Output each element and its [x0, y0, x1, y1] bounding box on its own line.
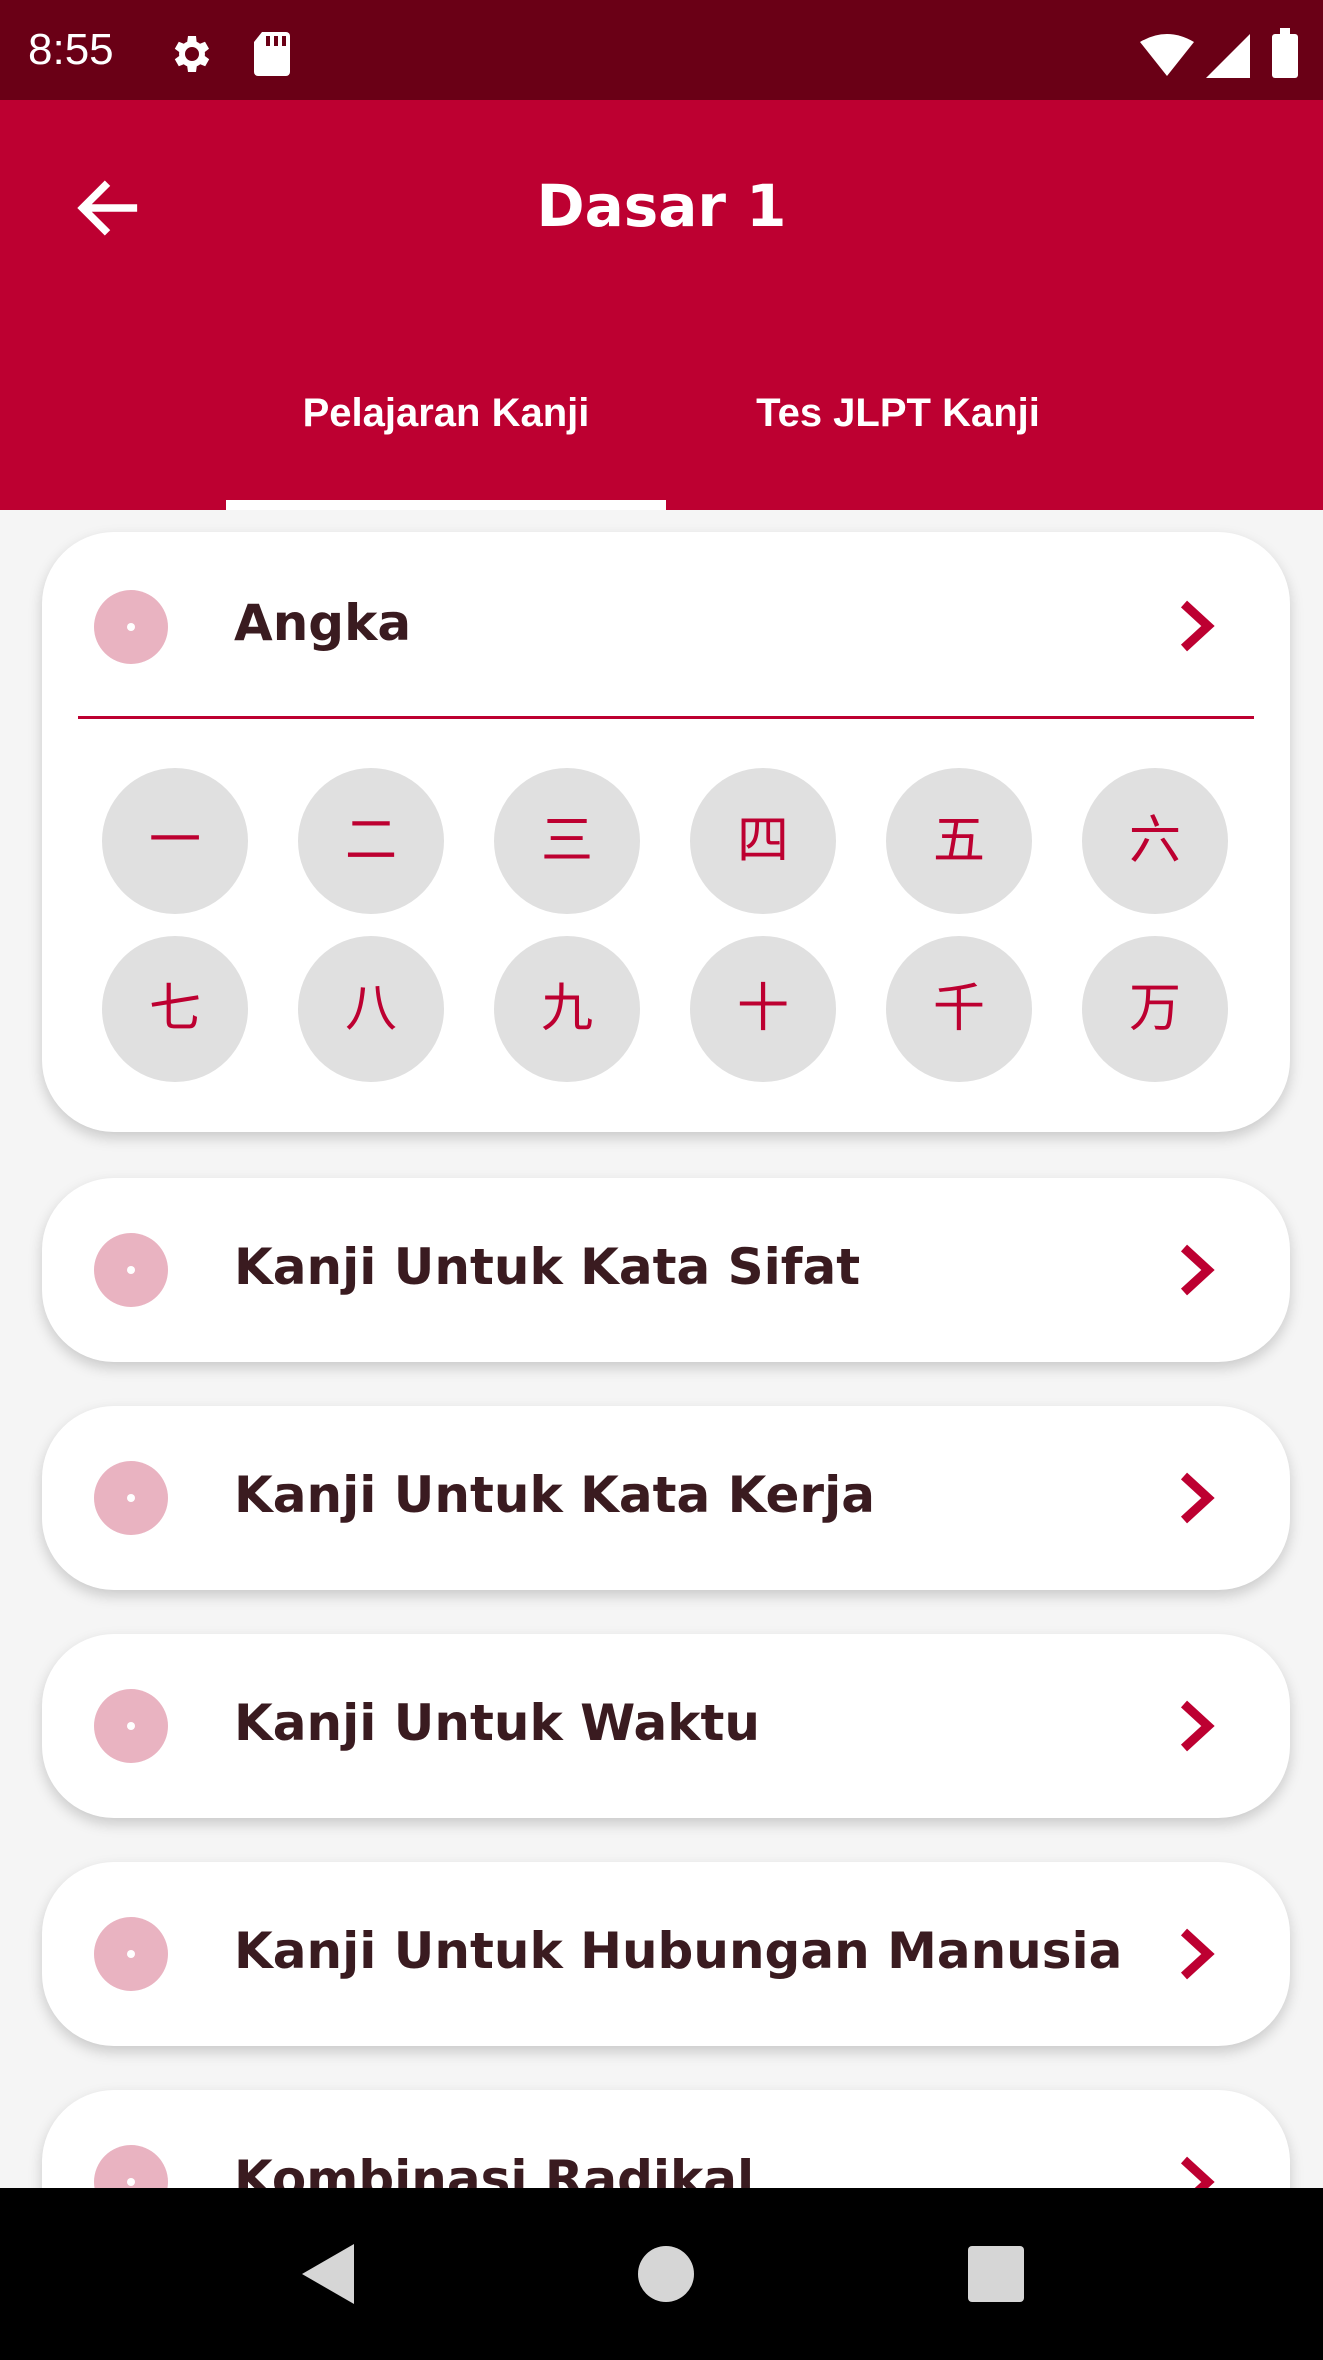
- chevron-right-icon: [1180, 1472, 1215, 1524]
- chevron-right-icon: [1180, 1244, 1215, 1296]
- status-time: 8:55: [28, 25, 114, 74]
- lesson-status-dot: [94, 1917, 168, 1991]
- page-title: Dasar 1: [536, 172, 787, 240]
- kanji-item[interactable]: 四: [690, 768, 836, 914]
- tab-tes-jlpt-kanji[interactable]: Tes JLPT Kanji: [688, 368, 1108, 458]
- back-triangle-icon[interactable]: [302, 2244, 358, 2304]
- status-bar: 8:55: [0, 0, 1323, 100]
- lesson-row[interactable]: Kanji Untuk Hubungan Manusia: [42, 1862, 1290, 2046]
- battery-icon: [1272, 28, 1298, 78]
- lesson-card-angka: Angka 一 二 三 四 五 六 七 八 九 十 千 万: [42, 532, 1290, 1132]
- kanji-item[interactable]: 六: [1082, 768, 1228, 914]
- lesson-row[interactable]: Kanji Untuk Waktu: [42, 1634, 1290, 1818]
- kanji-item[interactable]: 万: [1082, 936, 1228, 1082]
- kanji-item[interactable]: 二: [298, 768, 444, 914]
- tab-pelajaran-kanji[interactable]: Pelajaran Kanji: [226, 368, 666, 458]
- lesson-status-dot: [94, 1689, 168, 1763]
- cell-signal-icon: [1206, 34, 1250, 78]
- lesson-title: Kanji Untuk Hubungan Manusia: [234, 1922, 1123, 1980]
- tab-indicator: [226, 500, 666, 510]
- chevron-right-icon: [1180, 600, 1215, 652]
- kanji-item[interactable]: 八: [298, 936, 444, 1082]
- kanji-item[interactable]: 五: [886, 768, 1032, 914]
- kanji-item[interactable]: 十: [690, 936, 836, 1082]
- lesson-status-dot: [94, 590, 168, 664]
- chevron-right-icon: [1180, 1700, 1215, 1752]
- lesson-title: Kanji Untuk Waktu: [234, 1694, 760, 1752]
- lesson-title: Angka: [234, 594, 412, 652]
- kanji-item[interactable]: 七: [102, 936, 248, 1082]
- lesson-title: Kanji Untuk Kata Sifat: [234, 1238, 861, 1296]
- kanji-item[interactable]: 一: [102, 768, 248, 914]
- wifi-icon: [1140, 34, 1194, 76]
- sd-card-icon: [254, 32, 290, 76]
- kanji-item[interactable]: 九: [494, 936, 640, 1082]
- kanji-item[interactable]: 千: [886, 936, 1032, 1082]
- lesson-header-angka[interactable]: Angka: [42, 532, 1290, 732]
- lesson-row[interactable]: Kanji Untuk Kata Sifat: [42, 1178, 1290, 1362]
- app-bar: Dasar 1 Pelajaran Kanji Tes JLPT Kanji: [0, 100, 1323, 510]
- system-nav-bar: [0, 2188, 1323, 2360]
- lesson-title: Kanji Untuk Kata Kerja: [234, 1466, 875, 1524]
- recents-square-icon[interactable]: [968, 2246, 1024, 2302]
- kanji-item[interactable]: 三: [494, 768, 640, 914]
- card-divider: [78, 716, 1254, 719]
- lesson-row[interactable]: Kanji Untuk Kata Kerja: [42, 1406, 1290, 1590]
- home-circle-icon[interactable]: [636, 2244, 696, 2304]
- lesson-status-dot: [94, 1461, 168, 1535]
- lesson-status-dot: [94, 1233, 168, 1307]
- settings-gear-icon: [174, 36, 210, 72]
- chevron-right-icon: [1180, 1928, 1215, 1980]
